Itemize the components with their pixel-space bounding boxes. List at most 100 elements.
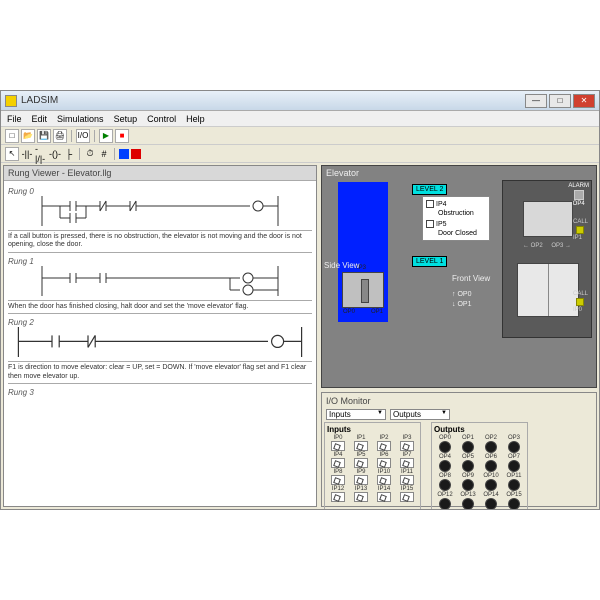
input-cell[interactable]: IP10 <box>373 469 395 485</box>
window-title: LADSIM <box>21 95 525 106</box>
elevator-panel: Elevator IP3 OP0 OP1 Side View LEVEL 2 L… <box>321 165 597 388</box>
front-view-label: Front View <box>452 274 490 283</box>
level-1-tag: LEVEL 1 <box>412 256 447 267</box>
color-red-icon[interactable] <box>131 149 141 159</box>
output-cell: OP10 <box>480 473 502 491</box>
call-button-bot[interactable]: CALLIP0 <box>573 291 588 313</box>
car-io-left: OP0 <box>343 309 355 315</box>
door-lower <box>517 263 579 317</box>
menu-simulations[interactable]: Simulations <box>57 114 104 124</box>
menu-edit[interactable]: Edit <box>32 114 48 124</box>
menu-file[interactable]: File <box>7 114 22 124</box>
switch-icon <box>331 441 345 451</box>
ladder-diagram-icon <box>8 196 312 226</box>
switch-icon <box>400 441 414 451</box>
car-io-right: OP1 <box>371 309 383 315</box>
color-blue-icon[interactable] <box>119 149 129 159</box>
new-button[interactable]: □ <box>5 129 19 143</box>
menu-control[interactable]: Control <box>147 114 176 124</box>
output-cell: OP11 <box>503 473 525 491</box>
input-cell[interactable]: IP12 <box>327 486 349 502</box>
input-cell[interactable]: IP0 <box>327 435 349 451</box>
input-cell[interactable]: IP11 <box>396 469 418 485</box>
input-cell[interactable]: IP15 <box>396 486 418 502</box>
led-icon <box>508 441 520 453</box>
close-button[interactable]: ✕ <box>573 94 595 108</box>
ip4-checkbox[interactable] <box>426 200 434 208</box>
side-view-label: Side View <box>324 261 359 270</box>
led-icon <box>462 441 474 453</box>
input-cell[interactable]: IP2 <box>373 435 395 451</box>
maximize-button[interactable]: □ <box>549 94 571 108</box>
inputs-group: Inputs IP0IP1IP2IP3IP4IP5IP6IP7IP8IP9IP1… <box>324 422 421 509</box>
side-view: IP3 OP0 OP1 <box>328 182 408 332</box>
contact-no-icon[interactable]: -||- <box>21 148 33 160</box>
led-icon <box>485 498 497 509</box>
outputs-select[interactable]: Outputs <box>390 409 450 420</box>
call-button-top[interactable]: CALLIP1 <box>573 219 588 241</box>
rung-comment: F1 is direction to move elevator: clear … <box>8 361 312 384</box>
input-cell[interactable]: IP8 <box>327 469 349 485</box>
door-upper <box>523 201 573 237</box>
switch-icon <box>377 441 391 451</box>
input-cell[interactable]: IP4 <box>327 452 349 468</box>
led-icon <box>439 441 451 453</box>
input-cell[interactable]: IP9 <box>350 469 372 485</box>
switch-icon <box>377 475 391 485</box>
minimize-button[interactable]: — <box>525 94 547 108</box>
open-button[interactable]: 📂 <box>21 129 35 143</box>
rung-viewer-panel: Rung Viewer - Elevator.llg Rung 0 If a c… <box>3 165 317 507</box>
menu-help[interactable]: Help <box>186 114 205 124</box>
input-cell[interactable]: IP5 <box>350 452 372 468</box>
led-icon <box>439 479 451 491</box>
input-cell[interactable]: IP3 <box>396 435 418 451</box>
select-tool[interactable]: ↖ <box>5 147 19 161</box>
switch-icon <box>331 492 345 502</box>
led-icon <box>485 460 497 472</box>
switch-icon <box>354 475 368 485</box>
switch-icon <box>377 492 391 502</box>
counter-icon[interactable]: # <box>98 148 110 160</box>
rung-list[interactable]: Rung 0 If a call button is pressed, ther… <box>4 181 316 506</box>
output-cell: OP14 <box>480 492 502 509</box>
switch-icon <box>331 458 345 468</box>
print-button[interactable]: 🖨 <box>53 129 67 143</box>
led-icon <box>508 479 520 491</box>
branch-icon[interactable]: ├ <box>63 148 75 160</box>
ladder-diagram-icon <box>8 327 312 357</box>
timer-icon[interactable]: ⏱ <box>84 148 96 160</box>
outputs-group: Outputs OP0OP1OP2OP3OP4OP5OP6OP7OP8OP9OP… <box>431 422 528 509</box>
arrow-down-label: ↓ OP1 <box>452 301 471 308</box>
output-cell: OP3 <box>503 435 525 453</box>
input-cell[interactable]: IP14 <box>373 486 395 502</box>
contact-nc-icon[interactable]: -|/|- <box>35 148 47 160</box>
inputs-select[interactable]: Inputs <box>326 409 386 420</box>
menu-setup[interactable]: Setup <box>114 114 138 124</box>
input-cell[interactable]: IP6 <box>373 452 395 468</box>
chk-label: Door Closed <box>438 230 486 237</box>
door-op-left: ← OP2 <box>523 243 543 249</box>
outputs-label: Outputs <box>434 425 525 434</box>
io-monitor-title: I/O Monitor <box>324 395 594 407</box>
app-window: LADSIM — □ ✕ File Edit Simulations Setup… <box>0 90 600 510</box>
input-cell[interactable]: IP7 <box>396 452 418 468</box>
switch-icon <box>331 475 345 485</box>
run-button[interactable]: ▶ <box>99 129 113 143</box>
output-cell: OP13 <box>457 492 479 509</box>
coil-icon[interactable]: -()- <box>49 148 61 160</box>
elevator-title: Elevator <box>326 168 359 178</box>
bell-icon <box>574 190 584 200</box>
input-cell[interactable]: IP1 <box>350 435 372 451</box>
stop-button[interactable]: ■ <box>115 129 129 143</box>
ip5-checkbox[interactable] <box>426 220 434 228</box>
switch-icon <box>400 475 414 485</box>
switch-icon <box>400 458 414 468</box>
led-icon <box>462 460 474 472</box>
level-2-tag: LEVEL 2 <box>412 184 447 195</box>
input-cell[interactable]: IP13 <box>350 486 372 502</box>
led-icon <box>439 460 451 472</box>
io-button[interactable]: I/O <box>76 129 90 143</box>
led-icon <box>508 460 520 472</box>
save-button[interactable]: 💾 <box>37 129 51 143</box>
sensor-checkboxes: IP4 Obstruction IP5 Door Closed <box>422 196 490 241</box>
